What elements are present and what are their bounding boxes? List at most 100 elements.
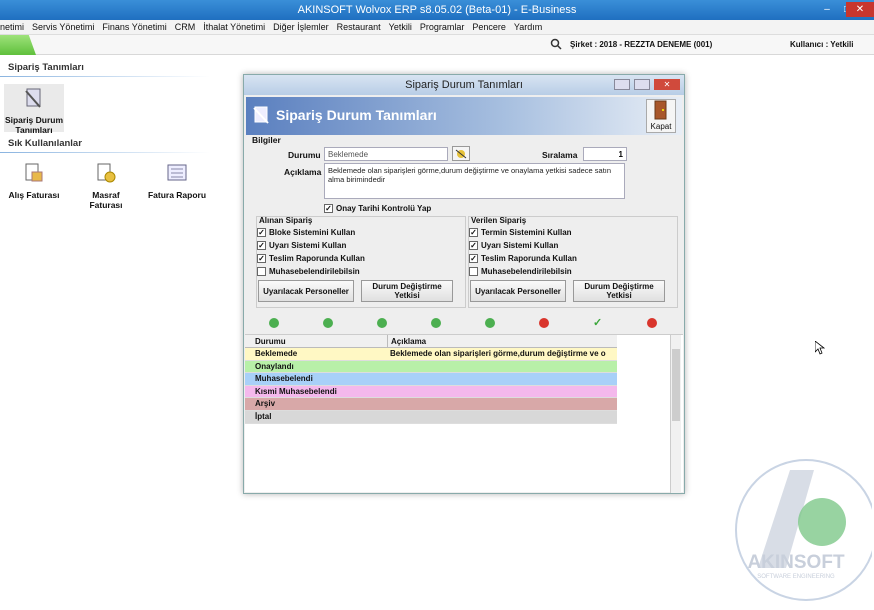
app-title: AKINSOFT Wolvox ERP s8.05.02 (Beta-01) -…	[297, 4, 577, 16]
durum-degistirme-button-2[interactable]: Durum Değiştirme Yetkisi	[573, 280, 665, 302]
check-label: Uyarı Sistemi Kullan	[481, 241, 559, 250]
onay-label: Onay Tarihi Kontrolü Yap	[336, 204, 432, 213]
shortcut-label: Alış Faturası	[8, 190, 60, 200]
table-row[interactable]: Muhasebelendi	[245, 373, 617, 386]
checkbox-mark	[257, 267, 266, 276]
durumu-input[interactable]: Beklemede	[324, 147, 448, 161]
menu-item[interactable]: Servis Yönetimi	[32, 20, 94, 35]
table-row[interactable]: İptal	[245, 411, 617, 424]
minimize-button[interactable]: –	[818, 2, 836, 17]
menu-item[interactable]: İthalat Yönetimi	[203, 20, 265, 35]
add-record-icon[interactable]	[485, 318, 495, 328]
verilen-check-2[interactable]: ✓ Teslim Raporunda Kullan	[469, 254, 577, 263]
wand-icon	[455, 149, 467, 159]
durum-degistirme-button[interactable]: Durum Değiştirme Yetkisi	[361, 280, 453, 302]
divider	[0, 152, 210, 153]
grid-scrollbar[interactable]	[670, 335, 681, 493]
logo-brand: AKINSOFT	[747, 552, 845, 573]
table-row[interactable]: Arşiv	[245, 398, 617, 411]
delete-record-icon[interactable]	[539, 318, 549, 328]
aciklama-textarea[interactable]: Beklemede olan siparişleri görme,durum d…	[324, 163, 625, 199]
checkbox-mark	[469, 267, 478, 276]
sidebar-item-siparis-durum[interactable]: Sipariş Durum Tanımları	[4, 84, 64, 135]
menu-item[interactable]: CRM	[175, 20, 196, 35]
grid-header-durumu[interactable]: Durumu	[245, 335, 387, 348]
verilen-check-1[interactable]: ✓ Uyarı Sistemi Kullan	[469, 241, 558, 250]
cell-durumu: İptal	[255, 412, 272, 421]
kapat-button[interactable]: Kapat	[646, 99, 676, 133]
verilen-check-0[interactable]: ✓ Termin Sistemini Kullan	[469, 228, 572, 237]
mouse-cursor-icon	[815, 341, 825, 355]
cell-durumu: Onaylandı	[255, 361, 294, 371]
cell-durumu: Arşiv	[255, 399, 276, 409]
tool-icon	[253, 106, 269, 124]
alinan-check-0[interactable]: ✓ Bloke Sistemini Kullan	[257, 228, 355, 237]
check-label: Teslim Raporunda Kullan	[269, 254, 365, 263]
dialog-siparis-durum: Sipariş Durum Tanımları ✕ Sipariş Durum …	[243, 74, 685, 494]
alinan-siparis-group: Alınan Sipariş ✓ Bloke Sistemini Kullan ✓…	[256, 216, 466, 308]
alinan-check-3[interactable]: Muhasebelendirilebilsin	[257, 267, 360, 276]
checkbox-mark: ✓	[257, 254, 266, 263]
dialog-header: Sipariş Durum Tanımları Kapat	[246, 97, 682, 135]
section-sik-kullanilanlar: Sık Kullanılanlar	[8, 138, 82, 149]
menu-item[interactable]: Yetkili	[389, 20, 412, 35]
button-label: Yetkisi	[606, 291, 632, 300]
nav-next-icon[interactable]	[431, 318, 441, 328]
alinan-check-2[interactable]: ✓ Teslim Raporunda Kullan	[257, 254, 365, 263]
home-tab[interactable]	[0, 35, 36, 55]
onay-checkbox[interactable]: ✓ Onay Tarihi Kontrolü Yap	[324, 204, 431, 213]
check-label: Bloke Sistemini Kullan	[269, 228, 356, 237]
siralama-input[interactable]: 1	[583, 147, 627, 161]
verilen-check-3[interactable]: Muhasebelendirilebilsin	[469, 267, 572, 276]
shortcut-alis-faturasi[interactable]: Alış Faturası	[4, 162, 64, 200]
grid-header-aciklama[interactable]: Açıklama	[387, 335, 617, 348]
dialog-minimize-button[interactable]	[614, 79, 630, 90]
menu-item[interactable]: Pencere	[472, 20, 506, 35]
company-label: Şirket : 2018 - REZZTA DENEME (001)	[570, 40, 713, 49]
cell-aciklama: Beklemede olan siparişleri görme,durum d…	[390, 349, 606, 358]
menu-item[interactable]: Diğer İşlemler	[273, 20, 329, 35]
nav-prev-page-icon[interactable]	[323, 318, 333, 328]
shortcut-fatura-raporu[interactable]: Fatura Raporu	[144, 162, 210, 200]
check-label: Termin Sistemini Kullan	[481, 228, 572, 237]
dialog-header-title: Sipariş Durum Tanımları	[276, 107, 437, 123]
alinan-check-1[interactable]: ✓ Uyarı Sistemi Kullan	[257, 241, 346, 250]
dialog-close-button[interactable]: ✕	[654, 79, 680, 90]
menu-item[interactable]: Finans Yönetimi	[102, 20, 166, 35]
nav-first-icon[interactable]	[269, 318, 279, 328]
checkbox-mark: ✓	[469, 254, 478, 263]
report-icon	[167, 164, 187, 181]
table-row[interactable]: Beklemede Beklemede olan siparişleri görm…	[245, 348, 617, 361]
document-tool-icon	[25, 88, 41, 108]
status-toolbar: Şirket : 2018 - REZZTA DENEME (001) Kull…	[0, 35, 874, 55]
close-button[interactable]: ✕	[846, 2, 874, 17]
menu-item[interactable]: netimi	[0, 20, 24, 35]
scroll-thumb[interactable]	[672, 349, 680, 421]
sidebar-item-label: Sipariş Durum Tanımları	[4, 115, 64, 135]
shortcut-masraf-faturasi[interactable]: Masraf Faturası	[78, 162, 134, 210]
cell-durumu: Muhasebelendi	[255, 374, 313, 384]
dialog-maximize-button[interactable]	[634, 79, 650, 90]
uyarilacak-personeller-button-2[interactable]: Uyarılacak Personeller	[470, 280, 566, 302]
expense-icon	[97, 163, 116, 183]
status-grid: Durumu Açıklama Beklemede Beklemede olan …	[245, 334, 683, 493]
menu-item[interactable]: Programlar	[420, 20, 465, 35]
invoice-icon	[25, 163, 43, 182]
table-row[interactable]: Onaylandı	[245, 360, 617, 374]
akinsoft-logo: AKINSOFT SOFTWARE ENGINEERING	[735, 459, 872, 601]
user-label: Kullanıcı : Yetkili	[790, 40, 854, 49]
table-row[interactable]: Kısmi Muhasebelendi	[245, 385, 617, 399]
button-label: Durum Değiştirme	[372, 282, 442, 291]
siralama-label: Sıralama	[542, 150, 578, 160]
nav-prev-icon[interactable]	[377, 318, 387, 328]
check-label: Muhasebelendirilebilsin	[481, 267, 572, 276]
uyarilacak-personeller-button[interactable]: Uyarılacak Personeller	[258, 280, 354, 302]
search-icon[interactable]	[550, 38, 562, 50]
menu-bar: netimi Servis Yönetimi Finans Yönetimi CRM İ…	[0, 20, 874, 35]
cancel-icon[interactable]	[647, 318, 657, 328]
save-check-icon[interactable]: ✓	[593, 318, 603, 329]
menu-item[interactable]: Restaurant	[337, 20, 381, 35]
alinan-title: Alınan Sipariş	[259, 216, 313, 225]
menu-item[interactable]: Yardım	[514, 20, 542, 35]
durumu-picker-button[interactable]	[452, 146, 470, 161]
